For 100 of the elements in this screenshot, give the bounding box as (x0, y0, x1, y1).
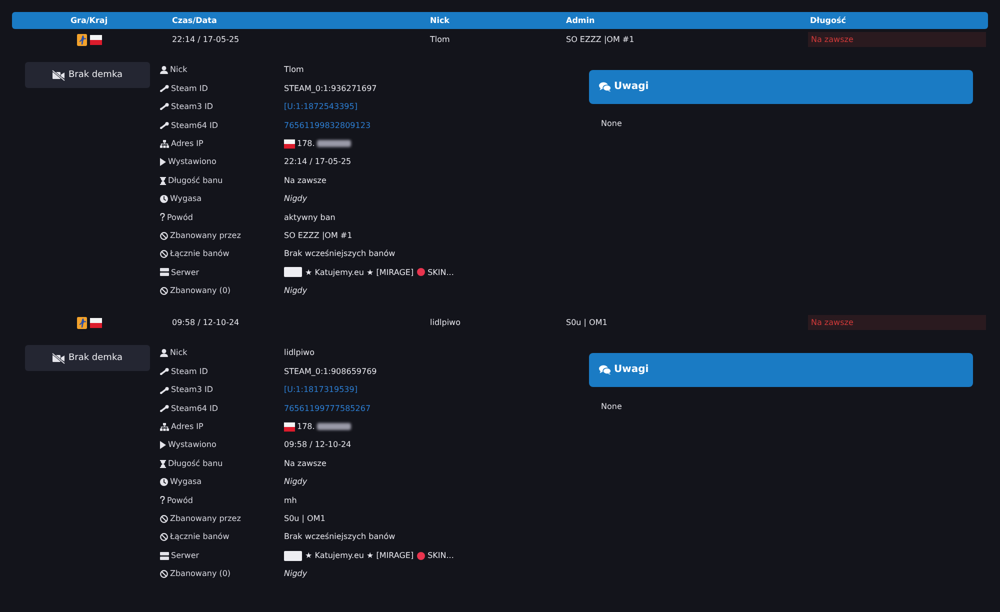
flag-icon (90, 34, 102, 44)
table-cell: SO EZZZ |OM #1 (566, 34, 634, 44)
id-link[interactable]: 76561199832809123 (284, 120, 371, 130)
dot-icon (416, 552, 425, 560)
video-off-icon (52, 352, 66, 364)
table-cell: 09:58 / 12-10-24 (172, 318, 240, 327)
table-cell: lidlpiwo (430, 318, 460, 327)
field-label: Długość banu (168, 176, 223, 186)
ban-icon (160, 286, 168, 295)
table-cell: S0u | OM1 (566, 318, 608, 327)
question-icon (160, 496, 165, 504)
field-label: Łącznie banów (170, 532, 230, 542)
field-value: 22:14 / 17-05-25 (284, 157, 352, 167)
blank-tile-icon (284, 550, 302, 561)
id-link[interactable]: [U:1:1872543395] (284, 102, 358, 112)
flag-icon (90, 318, 102, 328)
field-value: 178. (297, 138, 315, 149)
field-value: ★ Katujemy.eu ★ [MIRAGE] (305, 268, 414, 278)
server-icon (160, 552, 169, 560)
field-label: Długość banu (168, 458, 223, 468)
field-value: ★ Katujemy.eu ★ [MIRAGE] (305, 550, 414, 560)
field-value: SKIN... (428, 268, 454, 278)
blurred-redaction (316, 140, 351, 148)
field-label: Steam ID (171, 84, 208, 94)
chat-icon (599, 82, 611, 92)
flag-icon (284, 138, 295, 149)
field-label: Steam3 ID (171, 385, 213, 395)
field-label: Wystawiono (168, 440, 216, 450)
table-cell: 22:14 / 17-05-25 (172, 34, 240, 44)
field-value: 09:58 / 12-10-24 (284, 440, 352, 450)
rod-icon (160, 404, 169, 412)
question-icon (160, 213, 165, 222)
notes-title: Uwagi (614, 81, 649, 93)
ban-icon (160, 250, 168, 258)
field-value: Brak wcześniejszych banów (284, 532, 396, 542)
rod-icon (160, 85, 169, 92)
field-value: Nigdy (284, 194, 308, 204)
id-link[interactable]: 76561199777585267 (284, 404, 371, 414)
no-demo-button[interactable]: Brak demka (25, 62, 150, 88)
rod-icon (160, 386, 169, 394)
ban-icon (160, 570, 168, 578)
field-value: aktywny ban (284, 212, 336, 222)
field-value: Tlom (284, 65, 304, 75)
field-label: Serwer (171, 268, 200, 278)
field-label: Steam3 ID (171, 102, 213, 112)
hourglass-icon (160, 460, 166, 468)
field-label: Nick (170, 348, 188, 358)
network-icon (160, 140, 169, 148)
duration-cell: Na zawsze (808, 32, 986, 48)
field-label: Łącznie banów (170, 249, 230, 259)
field-value: STEAM_0:1:936271697 (284, 84, 377, 94)
play-icon (160, 158, 166, 166)
field-label: Zbanowany przez (170, 230, 241, 240)
field-value: Nigdy (284, 569, 308, 579)
field-value: SKIN... (428, 550, 454, 560)
notes-title: Uwagi (614, 364, 649, 376)
field-value: Brak wcześniejszych banów (284, 249, 396, 259)
ban-icon (160, 232, 168, 240)
field-value: Nigdy (284, 477, 308, 487)
field-label: Adres IP (171, 422, 204, 432)
field-label: Nick (170, 65, 188, 75)
clock-icon (160, 478, 168, 486)
field-value: S0u | OM1 (284, 514, 326, 524)
field-value: SO EZZZ |OM #1 (284, 230, 352, 240)
field-value: 178. (297, 422, 315, 432)
field-value: Na zawsze (284, 176, 326, 186)
field-label: Steam ID (171, 366, 208, 376)
table-cell: Tlom (430, 34, 450, 44)
server-icon (160, 268, 169, 276)
field-label: Zbanowany (0) (170, 569, 231, 579)
column-header: Długość (809, 16, 848, 26)
field-value: Nigdy (284, 286, 308, 296)
rod-icon (160, 122, 169, 129)
field-label: Powód (167, 496, 193, 506)
network-icon (160, 422, 169, 431)
rod-icon (160, 103, 169, 110)
field-label: Steam64 ID (171, 404, 218, 414)
field-label: Adres IP (171, 138, 204, 149)
ban-icon (160, 533, 168, 542)
duration-cell: Na zawsze (808, 314, 986, 330)
field-label: Steam64 ID (171, 120, 218, 130)
flag-icon (284, 422, 295, 432)
field-label: Wygasa (170, 194, 202, 204)
field-label: Serwer (171, 550, 200, 560)
column-header: Nick (429, 16, 450, 26)
column-header: Admin (565, 16, 596, 26)
field-value: lidlpiwo (284, 348, 314, 358)
notes-text: None (600, 402, 623, 412)
chat-icon (599, 365, 611, 376)
play-icon (160, 441, 166, 450)
id-link[interactable]: [U:1:1817319539] (284, 385, 358, 395)
clock-icon (160, 194, 168, 203)
user-icon (160, 349, 168, 358)
hourglass-icon (160, 176, 166, 185)
field-label: Zbanowany (0) (170, 286, 231, 296)
column-header: Gra/Kraj (69, 16, 109, 26)
no-demo-button[interactable]: Brak demka (25, 345, 150, 372)
field-label: Powód (167, 212, 193, 222)
dot-icon (416, 268, 425, 276)
rod-icon (160, 368, 169, 376)
